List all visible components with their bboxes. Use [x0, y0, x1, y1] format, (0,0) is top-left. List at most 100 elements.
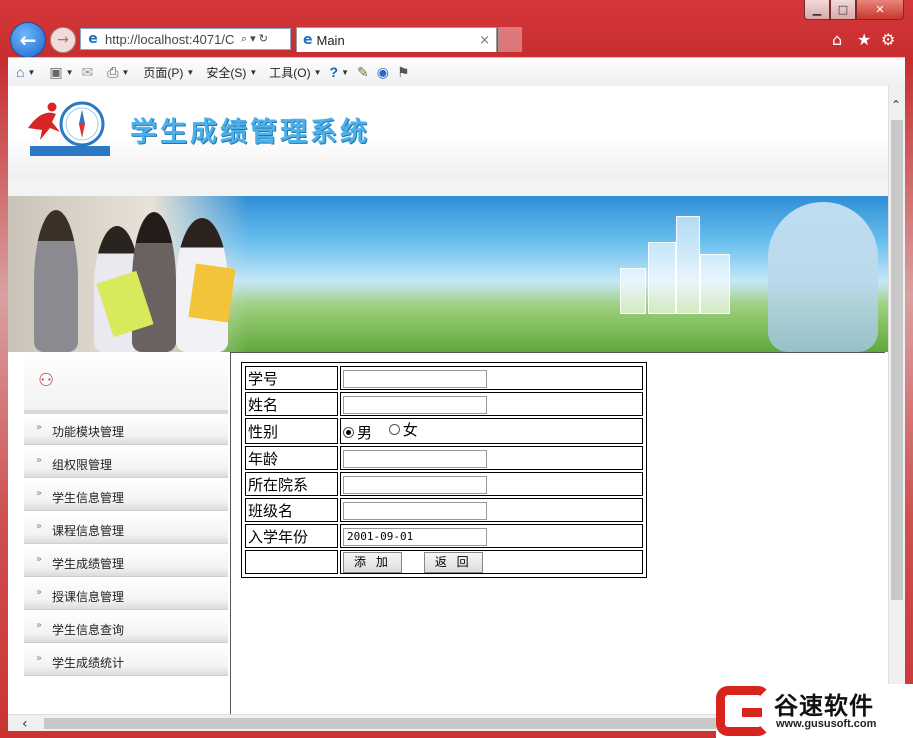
gender-female-label: 女: [402, 421, 418, 439]
new-tab-button[interactable]: [498, 27, 522, 52]
add-button[interactable]: 添 加: [343, 551, 402, 573]
scroll-left-icon[interactable]: ‹: [22, 716, 28, 732]
forward-arrow-icon: →: [57, 32, 69, 48]
header-separator: [8, 178, 888, 196]
student-id-label: 学号: [245, 366, 338, 390]
chevron-down-icon: ▼: [121, 67, 130, 77]
content-area: 学号 姓名 性别 男 女 年龄 所在院系 班级名 入学年份 2001-09-01…: [230, 352, 885, 714]
globe-icon: ◉: [376, 63, 389, 80]
users-icon: ⚇: [38, 370, 55, 391]
chevron-down-icon: ▼: [341, 67, 349, 77]
help-menu[interactable]: ? ▼: [330, 64, 349, 80]
banner-image: [8, 196, 888, 352]
name-input[interactable]: [343, 395, 487, 414]
research-button[interactable]: ✎: [357, 64, 369, 81]
watermark-url: www.gususoft.com: [776, 718, 877, 730]
dropdown-icon[interactable]: ▾: [250, 32, 259, 45]
system-title: 学生成绩管理系统: [130, 117, 370, 148]
vertical-scroll-thumb[interactable]: [891, 120, 903, 600]
feeds-command[interactable]: ▣ ▼: [49, 64, 73, 81]
banner-girl: [768, 202, 878, 352]
class-name-input[interactable]: [343, 501, 487, 520]
department-input[interactable]: [343, 475, 487, 494]
sidebar-item-course-info[interactable]: » 课程信息管理: [24, 513, 228, 544]
gender-radio-male[interactable]: 男: [343, 422, 372, 443]
department-label: 所在院系: [245, 472, 338, 496]
radio-unselected-icon[interactable]: [388, 424, 400, 435]
student-form: 学号 姓名 性别 男 女 年龄 所在院系 班级名 入学年份 2001-09-01…: [241, 362, 647, 578]
sidebar-item-module-management[interactable]: » 功能模块管理: [24, 414, 228, 445]
search-icon[interactable]: ⌕: [241, 32, 250, 45]
scroll-up-icon[interactable]: ⌃: [891, 98, 901, 112]
address-actions[interactable]: ⌕▾↻: [241, 32, 271, 46]
sidebar-item-student-info[interactable]: » 学生信息管理: [24, 480, 228, 511]
tab-main[interactable]: e Main ×: [296, 27, 497, 52]
watermark: 谷速软件 www.gususoft.com: [716, 684, 913, 738]
double-chevron-icon: »: [36, 587, 43, 598]
minimize-button[interactable]: ▁: [804, 0, 830, 20]
home-icon[interactable]: ⌂: [832, 30, 842, 49]
sidebar-item-teaching-info[interactable]: » 授课信息管理: [24, 579, 228, 610]
gender-cell: 男 女: [340, 418, 643, 444]
tab-close-icon[interactable]: ×: [479, 33, 490, 48]
research-icon: ✎: [356, 63, 369, 80]
page-viewport: 学生成绩管理系统 ⚇ » 功能模块管理 » 组权限管理 » 学生信息管理 » 课程信息管…: [8, 86, 888, 714]
sidebar-item-label: 学生成绩管理: [52, 557, 125, 571]
gender-radio-female[interactable]: 女: [388, 419, 418, 440]
close-window-button[interactable]: ✕: [856, 0, 904, 20]
name-cell: [340, 392, 643, 416]
page-menu-label: 页面(P): [143, 65, 184, 80]
tools-menu[interactable]: 工具(O) ▼: [269, 64, 321, 81]
back-form-button[interactable]: 返 回: [423, 551, 483, 573]
enroll-year-label: 入学年份: [245, 524, 338, 548]
safety-menu-label: 安全(S): [206, 65, 247, 80]
tools-extra-button[interactable]: ⚑: [397, 64, 410, 81]
address-url[interactable]: http://localhost:4071/C: [105, 32, 237, 47]
banner-building: [700, 254, 730, 314]
double-chevron-icon: »: [36, 455, 43, 466]
star-icon[interactable]: ★: [857, 30, 871, 49]
home-icon: ⌂: [16, 64, 25, 80]
address-bar[interactable]: e http://localhost:4071/C ⌕▾↻: [80, 28, 291, 50]
messenger-button[interactable]: ◉: [377, 64, 389, 81]
form-row-student-id: 学号: [245, 366, 643, 390]
print-command[interactable]: ⎙ ▼: [107, 64, 129, 81]
refresh-icon[interactable]: ↻: [259, 32, 271, 45]
chevron-down-icon: ▼: [313, 67, 322, 77]
home-command[interactable]: ⌂ ▼: [16, 64, 35, 80]
sidebar-item-label: 学生信息查询: [52, 623, 125, 637]
sidebar-header: ⚇: [24, 352, 228, 414]
radio-selected-icon[interactable]: [343, 427, 354, 438]
vertical-scrollbar[interactable]: ⌃: [888, 86, 905, 714]
double-chevron-icon: »: [36, 521, 43, 532]
sidebar-item-student-query[interactable]: » 学生信息查询: [24, 612, 228, 643]
banner-folder-yellow: [188, 263, 236, 323]
student-id-input[interactable]: [343, 369, 487, 388]
enroll-year-input[interactable]: [343, 527, 487, 546]
sidebar-item-grade-statistics[interactable]: » 学生成绩统计: [24, 645, 228, 676]
class-name-cell: [340, 498, 643, 522]
mail-command[interactable]: ✉: [82, 64, 94, 81]
sidebar-item-group-permissions[interactable]: » 组权限管理: [24, 447, 228, 478]
actions-cell: 添 加返 回: [340, 550, 643, 574]
sidebar-item-label: 学生成绩统计: [52, 656, 125, 670]
help-icon: ?: [329, 64, 339, 80]
banner-building: [676, 216, 700, 314]
double-chevron-icon: »: [36, 554, 43, 565]
sidebar: ⚇ » 功能模块管理 » 组权限管理 » 学生信息管理 » 课程信息管理 » 学生成绩管理…: [24, 352, 228, 714]
page-menu[interactable]: 页面(P) ▼: [143, 64, 194, 81]
sidebar-item-grade-management[interactable]: » 学生成绩管理: [24, 546, 228, 577]
sidebar-item-label: 课程信息管理: [52, 524, 125, 538]
age-input[interactable]: [343, 449, 487, 468]
tab-title: Main: [316, 32, 345, 48]
browser-window: ▁ □ ✕ ← → e http://localhost:4071/C ⌕▾↻ …: [0, 0, 913, 738]
enroll-year-cell: [340, 524, 643, 548]
actions-empty-cell: [245, 550, 338, 574]
safety-menu[interactable]: 安全(S) ▼: [206, 64, 257, 81]
maximize-button[interactable]: □: [830, 0, 856, 20]
back-button[interactable]: ←: [10, 22, 46, 58]
department-cell: [340, 472, 643, 496]
forward-button[interactable]: →: [50, 27, 76, 53]
gear-icon[interactable]: ⚙: [881, 30, 895, 49]
form-row-age: 年龄: [245, 446, 643, 470]
